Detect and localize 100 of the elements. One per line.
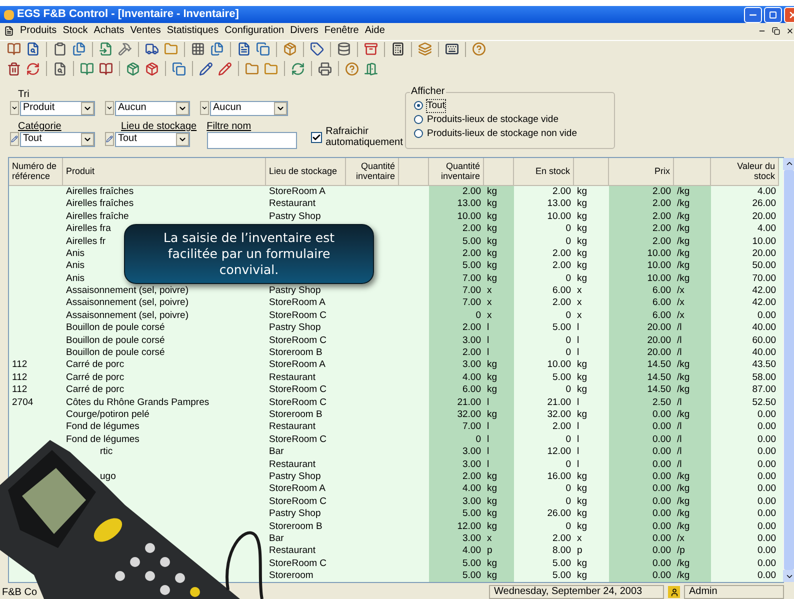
location-dropdown[interactable]: Tout (115, 132, 190, 147)
book-icon[interactable] (79, 60, 95, 77)
column-header[interactable]: Valeur du stock (711, 158, 779, 186)
restore-icon[interactable] (772, 26, 780, 35)
table-cell: Assaisonnement (sel, poivre) (66, 286, 188, 296)
scroll-up-button[interactable] (783, 158, 794, 170)
pencil-icon (11, 135, 18, 144)
sort-dropdown[interactable]: Produit (20, 100, 95, 116)
column-header[interactable]: Produit (63, 158, 266, 186)
table-cell: 0.00 (758, 546, 776, 556)
door-icon[interactable] (363, 60, 379, 77)
hammer-icon[interactable] (117, 41, 133, 58)
document-icon[interactable] (236, 41, 252, 58)
table-cell: /l (677, 434, 682, 444)
help-icon[interactable] (344, 60, 360, 77)
table-cell: kg (577, 385, 588, 395)
table-cell: kg (577, 261, 588, 271)
calculator-icon[interactable] (390, 41, 406, 58)
folder-icon[interactable] (263, 60, 279, 77)
copy-icon[interactable] (171, 60, 187, 77)
table-cell: 26.00 (752, 199, 776, 209)
name-filter-field[interactable] (206, 132, 297, 149)
table-cell: 10.00 (547, 212, 571, 222)
pencil-icon[interactable] (198, 60, 214, 77)
folder-icon[interactable] (244, 60, 260, 77)
database-icon[interactable] (336, 41, 352, 58)
column-header[interactable]: En stock (514, 158, 574, 186)
sort-dropdown[interactable]: Aucun (210, 100, 288, 116)
table-cell: l (487, 447, 490, 457)
table-cell: 20.00 (647, 336, 671, 346)
package-icon[interactable] (125, 60, 141, 77)
table-cell: 2.00 (552, 422, 571, 432)
document-search-icon[interactable] (25, 41, 41, 58)
tag-icon[interactable] (309, 41, 325, 58)
document-search-icon[interactable] (52, 60, 68, 77)
menu-item[interactable]: Fenêtre (324, 26, 359, 36)
table-cell: l (487, 323, 490, 333)
folder-icon[interactable] (163, 41, 179, 58)
edit-button[interactable] (10, 132, 19, 146)
scroll-down-button[interactable] (783, 570, 794, 582)
column-header[interactable]: Numéro de référence (9, 158, 63, 186)
minimize-button[interactable] (744, 6, 762, 23)
table-cell: 7.00 (462, 298, 481, 308)
table-cell: 2.00 (652, 224, 671, 234)
category-dropdown[interactable]: Tout (20, 132, 95, 147)
auto-refresh-checkbox[interactable] (310, 132, 322, 143)
package-icon[interactable] (144, 60, 160, 77)
menu-item[interactable]: Configuration (224, 26, 284, 36)
pencil-icon[interactable] (217, 60, 233, 77)
help-icon[interactable] (471, 41, 487, 58)
table-cell: l (577, 422, 580, 432)
menu-item[interactable]: Stock (62, 26, 88, 36)
column-header[interactable]: Prix (609, 158, 674, 186)
menu-button[interactable] (105, 101, 114, 116)
table-cell: /x (677, 534, 684, 544)
menu-item[interactable]: Aide (364, 26, 385, 36)
table-cell: x (577, 534, 582, 544)
column-header[interactable]: Lieu de stockage (266, 158, 346, 186)
copy-icon[interactable] (255, 41, 271, 58)
file-input-icon[interactable] (98, 41, 114, 58)
book-icon[interactable] (6, 41, 22, 58)
column-header[interactable]: Quantité inventaire (429, 158, 484, 186)
book-icon[interactable] (98, 60, 114, 77)
table-cell: /kg (677, 372, 690, 382)
column-header[interactable]: Quantité inventaire (346, 158, 399, 186)
menu-item[interactable]: Achats (94, 26, 124, 36)
menu-item[interactable]: Divers (290, 26, 318, 36)
menu-button[interactable] (200, 101, 209, 116)
radio-button[interactable] (414, 115, 423, 124)
table-cell: StoreRoom A (269, 360, 326, 370)
trash-icon[interactable] (6, 60, 22, 77)
refresh-icon[interactable] (25, 60, 41, 77)
archive-icon[interactable] (363, 41, 379, 58)
table-cell: StoreRoom A (269, 298, 326, 308)
package-icon[interactable] (282, 41, 298, 58)
edit-button[interactable] (105, 132, 114, 146)
refresh-icon[interactable] (290, 60, 306, 77)
files-icon[interactable] (209, 41, 225, 58)
table-cell: Airelles fraîches (66, 199, 134, 209)
radio-button[interactable] (414, 101, 423, 110)
table-cell: 0.00 (758, 472, 776, 482)
close-icon[interactable] (786, 26, 794, 35)
keyboard-icon[interactable] (444, 41, 460, 58)
table-cell: 7.00 (462, 286, 481, 296)
table-cell: x (577, 310, 582, 320)
radio-button[interactable] (414, 129, 423, 138)
clipboard-icon[interactable] (52, 41, 68, 58)
sort-dropdown[interactable]: Aucun (115, 100, 190, 116)
table-cell: 112 (12, 385, 28, 395)
menu-button[interactable] (10, 101, 19, 116)
layers-icon[interactable] (417, 41, 433, 58)
files-icon[interactable] (71, 41, 87, 58)
grid-icon[interactable] (190, 41, 206, 58)
printer-icon[interactable] (317, 60, 333, 77)
menu-item[interactable]: Produits (20, 26, 57, 36)
truck-icon[interactable] (144, 41, 160, 58)
menu-item[interactable]: Statistiques (166, 26, 219, 36)
menu-item[interactable]: Ventes (130, 26, 161, 36)
restore-button[interactable] (764, 6, 782, 23)
table-cell: /kg (677, 212, 690, 222)
